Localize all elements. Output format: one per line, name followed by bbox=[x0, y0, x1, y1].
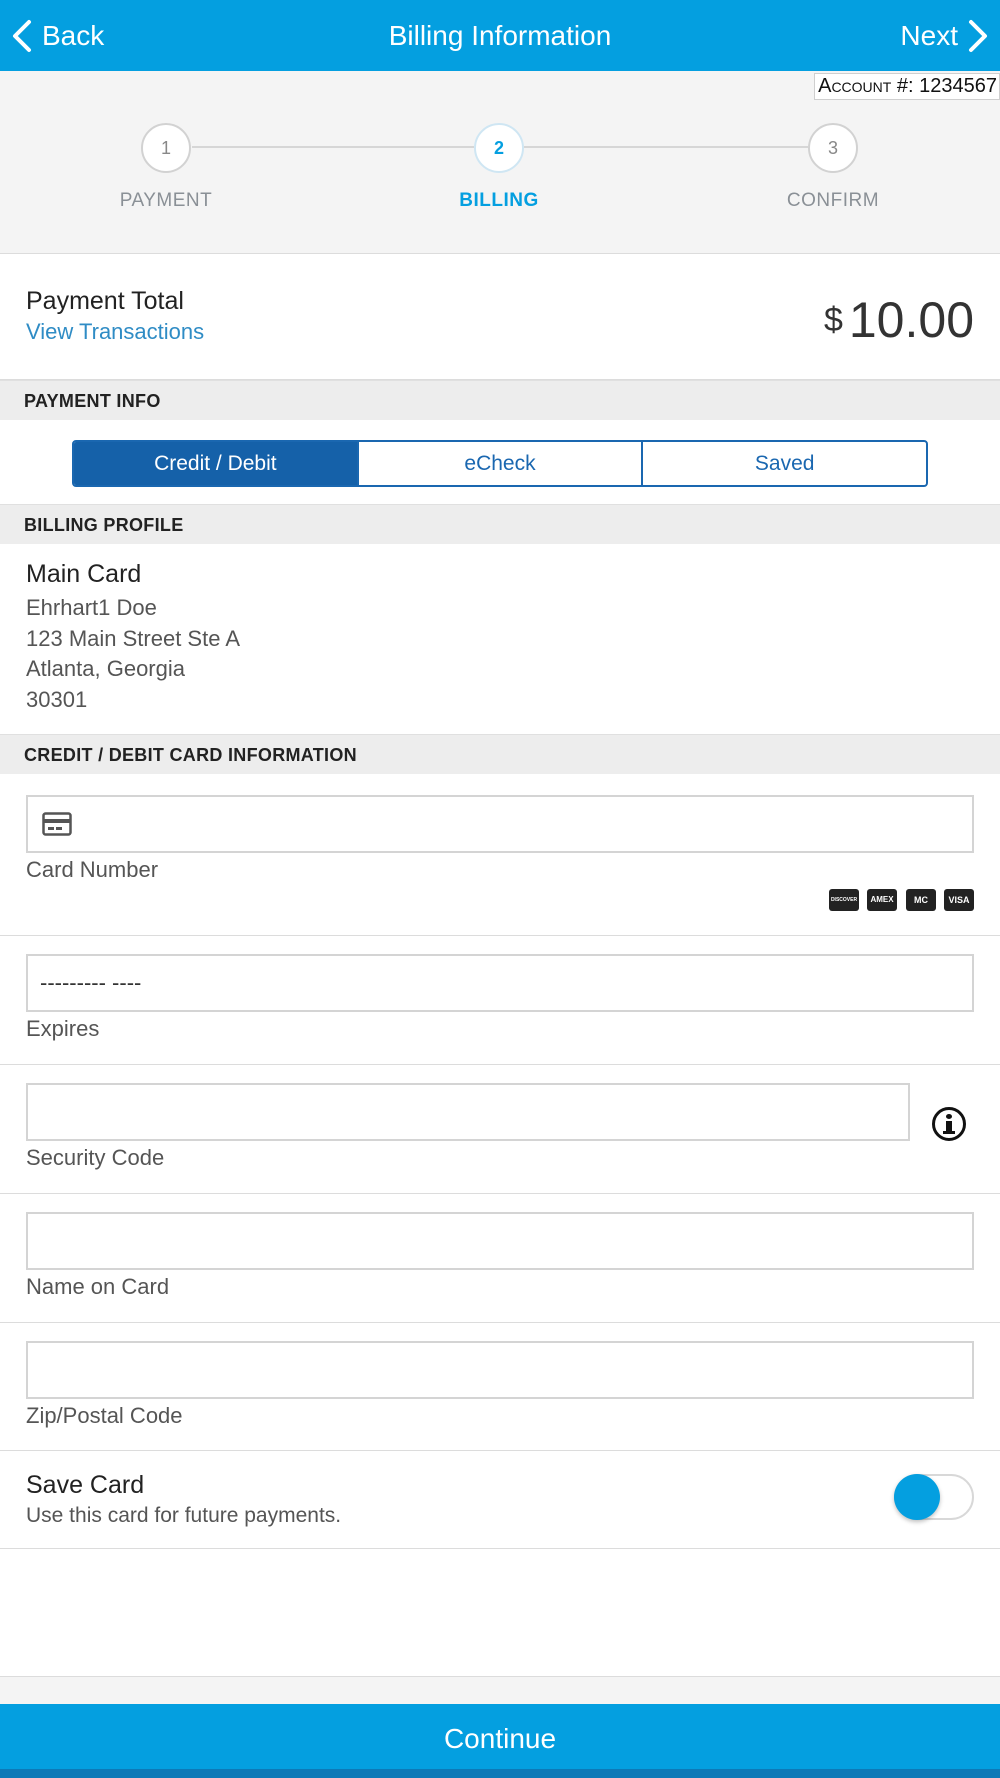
amex-card-icon: AMEX bbox=[867, 889, 897, 911]
bottom-strip bbox=[0, 1769, 1000, 1778]
payment-amount: $ 10.00 bbox=[824, 291, 974, 349]
step-3-circle: 3 bbox=[808, 123, 858, 173]
info-icon[interactable] bbox=[932, 1107, 966, 1141]
payment-type-segmented-control: Credit / Debit eCheck Saved bbox=[72, 440, 928, 487]
save-card-row: Save Card Use this card for future payme… bbox=[0, 1451, 1000, 1549]
step-3-label: CONFIRM bbox=[786, 190, 880, 211]
footer-spacer bbox=[0, 1676, 1000, 1704]
section-header-card-info: CREDIT / DEBIT CARD INFORMATION bbox=[0, 734, 1000, 774]
next-label: Next bbox=[900, 20, 958, 51]
zip-label: Zip/Postal Code bbox=[26, 1403, 183, 1428]
security-code-label: Security Code bbox=[26, 1145, 165, 1170]
chevron-right-icon bbox=[969, 20, 987, 52]
profile-city-state: Atlanta, Georgia bbox=[26, 656, 185, 681]
view-transactions-link[interactable]: View Transactions bbox=[26, 319, 204, 345]
progress-stepper: Account #: 1234567 1 2 3 PAYMENT BILLING… bbox=[0, 71, 1000, 254]
step-connector bbox=[524, 146, 808, 148]
card-number-label: Card Number bbox=[26, 857, 159, 882]
save-card-title: Save Card bbox=[26, 1471, 145, 1499]
amount-value: 10.00 bbox=[848, 292, 974, 348]
discover-card-icon: DISCOVER bbox=[829, 889, 859, 911]
name-on-card-label: Name on Card bbox=[26, 1274, 170, 1299]
section-header-payment-info: PAYMENT INFO bbox=[0, 380, 1000, 420]
card-number-field[interactable] bbox=[26, 795, 974, 853]
top-nav-bar: Back Billing Information Next bbox=[0, 0, 1000, 71]
profile-name: Main Card bbox=[26, 560, 142, 588]
segment-credit-debit[interactable]: Credit / Debit bbox=[74, 442, 359, 485]
billing-profile[interactable]: Main Card Ehrhart1 Doe 123 Main Street S… bbox=[26, 560, 240, 715]
section-header-billing-profile: BILLING PROFILE bbox=[0, 504, 1000, 544]
next-button[interactable]: Next bbox=[900, 14, 990, 58]
credit-card-icon bbox=[42, 812, 72, 836]
account-number: Account #: 1234567 bbox=[814, 73, 1000, 100]
page-title: Billing Information bbox=[388, 20, 612, 51]
step-2-label: BILLING bbox=[459, 190, 539, 211]
profile-street: 123 Main Street Ste A bbox=[26, 625, 241, 651]
expires-label: Expires bbox=[26, 1016, 100, 1041]
zip-field[interactable] bbox=[26, 1341, 974, 1399]
security-code-input[interactable] bbox=[28, 1085, 908, 1139]
name-on-card-field[interactable] bbox=[26, 1212, 974, 1270]
zip-input[interactable] bbox=[28, 1343, 972, 1397]
save-card-subtitle: Use this card for future payments. bbox=[26, 1504, 342, 1527]
step-connector bbox=[192, 146, 474, 148]
profile-holder-name: Ehrhart1 Doe bbox=[26, 595, 157, 620]
step-1-label: PAYMENT bbox=[119, 190, 213, 211]
segment-saved[interactable]: Saved bbox=[643, 442, 926, 485]
profile-zip: 30301 bbox=[26, 686, 88, 712]
save-card-toggle[interactable] bbox=[894, 1474, 974, 1520]
mastercard-icon: MC bbox=[906, 889, 936, 911]
visa-card-icon: VISA bbox=[944, 889, 974, 911]
segment-echeck[interactable]: eCheck bbox=[359, 442, 644, 485]
card-number-input[interactable] bbox=[28, 797, 972, 851]
currency-symbol: $ bbox=[823, 301, 843, 339]
continue-button[interactable]: Continue bbox=[0, 1704, 1000, 1769]
payment-total-panel: Payment Total View Transactions $ 10.00 bbox=[0, 255, 1000, 380]
step-2-circle: 2 bbox=[474, 123, 524, 173]
expires-input[interactable] bbox=[28, 956, 972, 1010]
expires-field[interactable] bbox=[26, 954, 974, 1012]
toggle-knob bbox=[894, 1474, 940, 1520]
step-1-circle: 1 bbox=[141, 123, 191, 173]
name-on-card-input[interactable] bbox=[28, 1214, 972, 1268]
security-code-field[interactable] bbox=[26, 1083, 910, 1141]
payment-total-label: Payment Total bbox=[26, 287, 184, 315]
